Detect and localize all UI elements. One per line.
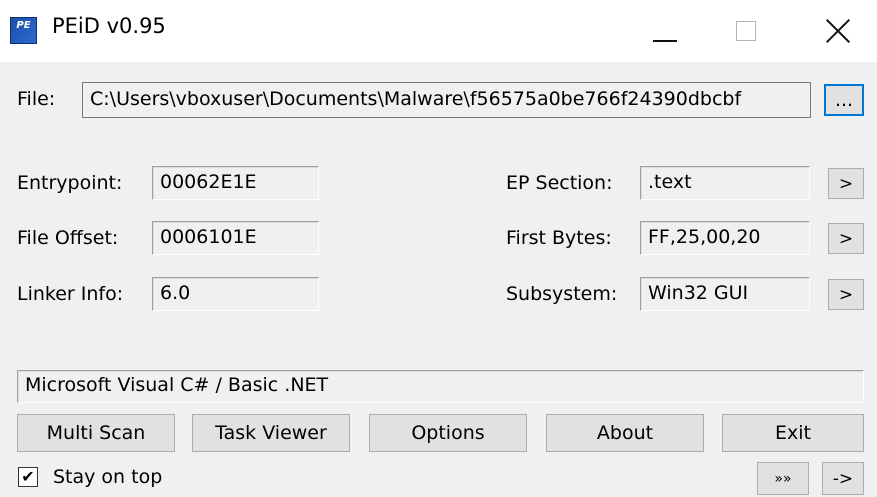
ep-section-label: EP Section: [506,172,613,194]
file-offset-field[interactable]: 0006101E [152,221,319,255]
first-bytes-label: First Bytes: [506,227,612,249]
close-icon [825,18,851,44]
stay-on-top-label: Stay on top [53,466,163,488]
entrypoint-label: Entrypoint: [17,172,123,194]
browse-button[interactable]: ... [824,84,864,116]
subsystem-field[interactable]: Win32 GUI [640,277,810,311]
ep-section-field[interactable]: .text [640,166,810,200]
maximize-icon [736,21,756,41]
task-viewer-button[interactable]: Task Viewer [192,414,350,452]
file-label: File: [17,88,56,110]
checkmark-icon: ✔ [21,467,35,486]
app-icon-text: PE [16,20,31,31]
extra-info-button[interactable]: »» [757,462,809,495]
arrow-button[interactable]: -> [822,462,864,495]
minimize-button[interactable] [625,0,705,62]
linker-info-field[interactable]: 6.0 [152,277,319,311]
options-button[interactable]: Options [369,414,527,452]
exit-button[interactable]: Exit [722,414,864,452]
subsystem-button[interactable]: > [828,279,864,310]
file-path-field[interactable]: C:\Users\vboxuser\Documents\Malware\f565… [82,82,811,118]
stay-on-top-checkbox[interactable]: ✔ [18,467,38,487]
maximize-button[interactable] [706,0,786,62]
close-button[interactable] [798,0,877,62]
minimize-icon [653,40,677,42]
ep-section-button[interactable]: > [828,168,864,199]
peid-app-icon: PE [10,17,37,44]
window-title: PEiD v0.95 [52,14,166,38]
first-bytes-button[interactable]: > [828,223,864,254]
multi-scan-button[interactable]: Multi Scan [17,414,175,452]
linker-info-label: Linker Info: [17,283,124,305]
subsystem-label: Subsystem: [506,283,618,305]
detection-result-field[interactable]: Microsoft Visual C# / Basic .NET [17,370,864,403]
about-button[interactable]: About [546,414,704,452]
first-bytes-field[interactable]: FF,25,00,20 [640,221,810,255]
peid-window: PE PEiD v0.95 File: C:\Users\vboxuser\Do… [0,0,877,497]
file-offset-label: File Offset: [17,227,119,249]
title-bar[interactable]: PE PEiD v0.95 [0,0,877,62]
entrypoint-field[interactable]: 00062E1E [152,166,319,200]
